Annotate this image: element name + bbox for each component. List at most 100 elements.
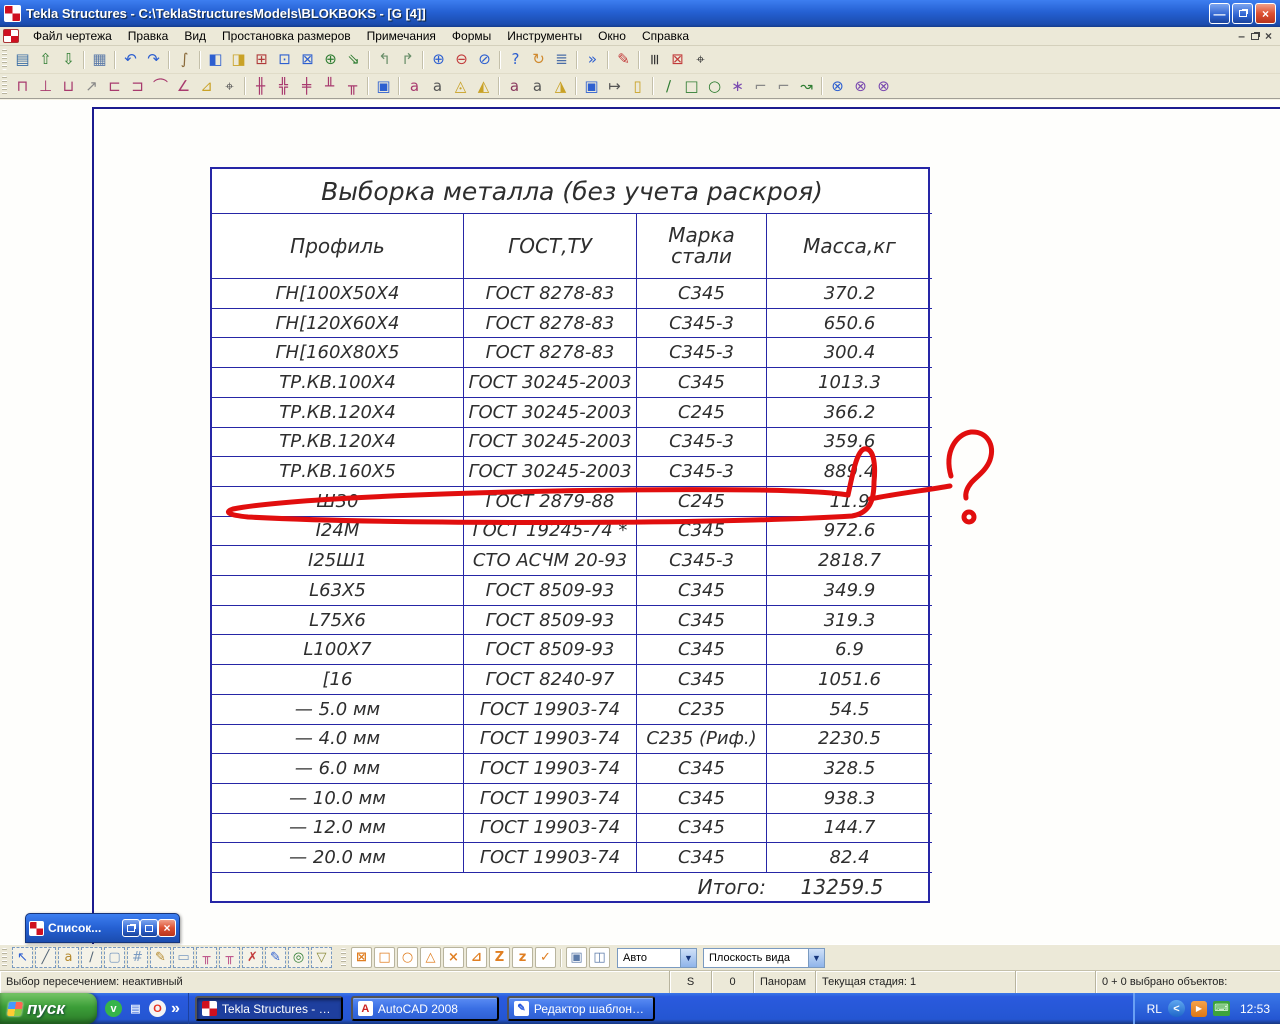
report-list-icon[interactable]: ≣ <box>550 49 573 71</box>
list-window[interactable]: Список... × <box>25 913 180 943</box>
snap-line-icon[interactable]: ╱ <box>35 947 56 968</box>
select-zz-icon[interactable]: z <box>512 947 533 968</box>
chevron-down-icon[interactable]: ▼ <box>808 949 824 967</box>
draw-poly-1-icon[interactable]: ⌐ <box>749 75 772 97</box>
snap-center-icon[interactable]: # <box>127 947 148 968</box>
menu-item[interactable]: Примечания <box>359 27 444 45</box>
list-maximize-button[interactable] <box>140 919 158 937</box>
rebar-dim-2-icon[interactable]: ╬ <box>272 75 295 97</box>
snap-pen-icon[interactable]: ✎ <box>150 947 171 968</box>
paint-icon[interactable]: ✎ <box>612 49 635 71</box>
snapshot-icon[interactable]: ⊞ <box>250 49 273 71</box>
wizard-icon[interactable]: ∫ <box>173 49 196 71</box>
symbol-icon[interactable]: ▣ <box>580 75 603 97</box>
select-triangle-icon[interactable]: △ <box>420 947 441 968</box>
zoom-out-icon[interactable]: ⊖ <box>450 49 473 71</box>
dim-horizontal-icon[interactable]: ⊓ <box>11 75 34 97</box>
quick-launch-overflow-icon[interactable]: » <box>171 1000 180 1018</box>
note-leader-icon[interactable]: a <box>503 75 526 97</box>
zoom-mode-select[interactable]: Авто ▼ <box>617 948 697 968</box>
draw-symbol-icon[interactable]: ∗ <box>726 75 749 97</box>
select-cross-icon[interactable]: × <box>443 947 464 968</box>
copy-link-icon[interactable]: ↰ <box>373 49 396 71</box>
note-slope-icon[interactable]: ◮ <box>549 75 572 97</box>
dim-vertical-icon[interactable]: ⊔ <box>57 75 80 97</box>
select-all-icon[interactable]: ⊠ <box>351 947 372 968</box>
paste-link-icon[interactable]: ↱ <box>396 49 419 71</box>
mdi-minimize-button[interactable]: – <box>1238 29 1245 43</box>
file-link-icon[interactable]: ▯ <box>626 75 649 97</box>
close-button[interactable]: × <box>1255 3 1276 24</box>
text-leader-icon[interactable]: a <box>403 75 426 97</box>
list-restore-button[interactable] <box>122 919 140 937</box>
update-marks-icon[interactable]: ⊕ <box>319 49 342 71</box>
toolbar-grip[interactable] <box>341 948 346 968</box>
grid-lines-icon[interactable]: ≡ <box>643 49 666 71</box>
snap-area-icon[interactable]: ▭ <box>173 947 194 968</box>
list-close-button[interactable]: × <box>158 919 176 937</box>
start-button[interactable]: пуск <box>0 993 97 1024</box>
mark-level-icon[interactable]: ◬ <box>449 75 472 97</box>
drawing-canvas[interactable]: Выборка металла (без учета раскроя) Проф… <box>0 100 1280 944</box>
snap-filter-icon[interactable]: ▽ <box>311 947 332 968</box>
task-button-autocad[interactable]: A AutoCAD 2008 <box>351 996 499 1021</box>
rebar-dim-4-icon[interactable]: ╨ <box>318 75 341 97</box>
hide-part-2-icon[interactable]: ⊗ <box>849 75 872 97</box>
properties-blue-icon[interactable]: ◧ <box>204 49 227 71</box>
select-angle-icon[interactable]: ⊿ <box>466 947 487 968</box>
dim-angle-icon[interactable]: ∠ <box>172 75 195 97</box>
menu-item[interactable]: Формы <box>444 27 499 45</box>
new-drawing-icon[interactable]: ▤ <box>11 49 34 71</box>
save-icon[interactable]: ▦ <box>88 49 111 71</box>
select-pointer-icon[interactable]: ↖ <box>12 947 33 968</box>
link-icon[interactable]: ↦ <box>603 75 626 97</box>
rebar-dim-3-icon[interactable]: ╪ <box>295 75 318 97</box>
toolbar-grip[interactable] <box>2 49 7 71</box>
view-plane-select[interactable]: Плоскость вида ▼ <box>703 948 825 968</box>
mark-slope-icon[interactable]: ◭ <box>472 75 495 97</box>
fetch-up-icon[interactable]: ⇧ <box>34 49 57 71</box>
zoom-in-icon[interactable]: ⊕ <box>427 49 450 71</box>
text-plain-icon[interactable]: a <box>426 75 449 97</box>
snap-node-icon[interactable]: ▢ <box>104 947 125 968</box>
draw-rect-icon[interactable]: □ <box>680 75 703 97</box>
menu-item[interactable]: Окно <box>590 27 634 45</box>
select-dim-icon[interactable]: ▣ <box>372 75 395 97</box>
toolbar-grip[interactable] <box>2 948 7 968</box>
menu-item[interactable]: Вид <box>176 27 214 45</box>
more-tools-icon[interactable]: » <box>581 49 604 71</box>
select-circle-icon[interactable]: ○ <box>397 947 418 968</box>
keyboard-switcher-tray-icon[interactable]: ⌨ <box>1213 1001 1230 1016</box>
rebar-dim-1-icon[interactable]: ╫ <box>249 75 272 97</box>
context-help-icon[interactable]: ? <box>504 49 527 71</box>
snap-grid-2-icon[interactable]: ╥ <box>219 947 240 968</box>
dim-origin-icon[interactable]: ⌖ <box>218 75 241 97</box>
select-z-icon[interactable]: Z <box>489 947 510 968</box>
redraw-icon[interactable]: ↻ <box>527 49 550 71</box>
restore-button[interactable] <box>1232 3 1253 24</box>
quick-launch-opera-icon[interactable]: O <box>149 1000 166 1017</box>
dim-free-icon[interactable]: ↗ <box>80 75 103 97</box>
menu-item[interactable]: Правка <box>120 27 177 45</box>
zoom-previous-icon[interactable]: ⊘ <box>473 49 496 71</box>
dim-left-icon[interactable]: ⊏ <box>103 75 126 97</box>
select-assembly-icon[interactable]: ◫ <box>589 947 610 968</box>
redo-icon[interactable]: ↷ <box>142 49 165 71</box>
metal-selection-table[interactable]: Выборка металла (без учета раскроя) Проф… <box>210 167 930 903</box>
draw-line-icon[interactable]: ∕ <box>657 75 680 97</box>
snap-slope-icon[interactable]: ∕ <box>81 947 102 968</box>
undo-icon[interactable]: ↶ <box>119 49 142 71</box>
hide-tray-icons-icon[interactable]: < <box>1168 1000 1185 1017</box>
hide-part-3-icon[interactable]: ⊗ <box>872 75 895 97</box>
delete-view-icon[interactable]: ⊠ <box>666 49 689 71</box>
rebar-dim-5-icon[interactable]: ╥ <box>341 75 364 97</box>
import-icon[interactable]: ⇘ <box>342 49 365 71</box>
task-button-tekla[interactable]: Tekla Structures - C:\... <box>195 996 343 1021</box>
minimize-button[interactable]: — <box>1209 3 1230 24</box>
task-button-template-editor[interactable]: ✎ Редактор шаблонов... <box>507 996 655 1021</box>
dim-perpendicular-icon[interactable]: ⊥ <box>34 75 57 97</box>
quick-launch-notes-icon[interactable]: ▤ <box>127 1000 144 1017</box>
chevron-down-icon[interactable]: ▼ <box>680 949 696 967</box>
snap-grid-1-icon[interactable]: ╥ <box>196 947 217 968</box>
snap-tools-icon[interactable]: ✗ <box>242 947 263 968</box>
